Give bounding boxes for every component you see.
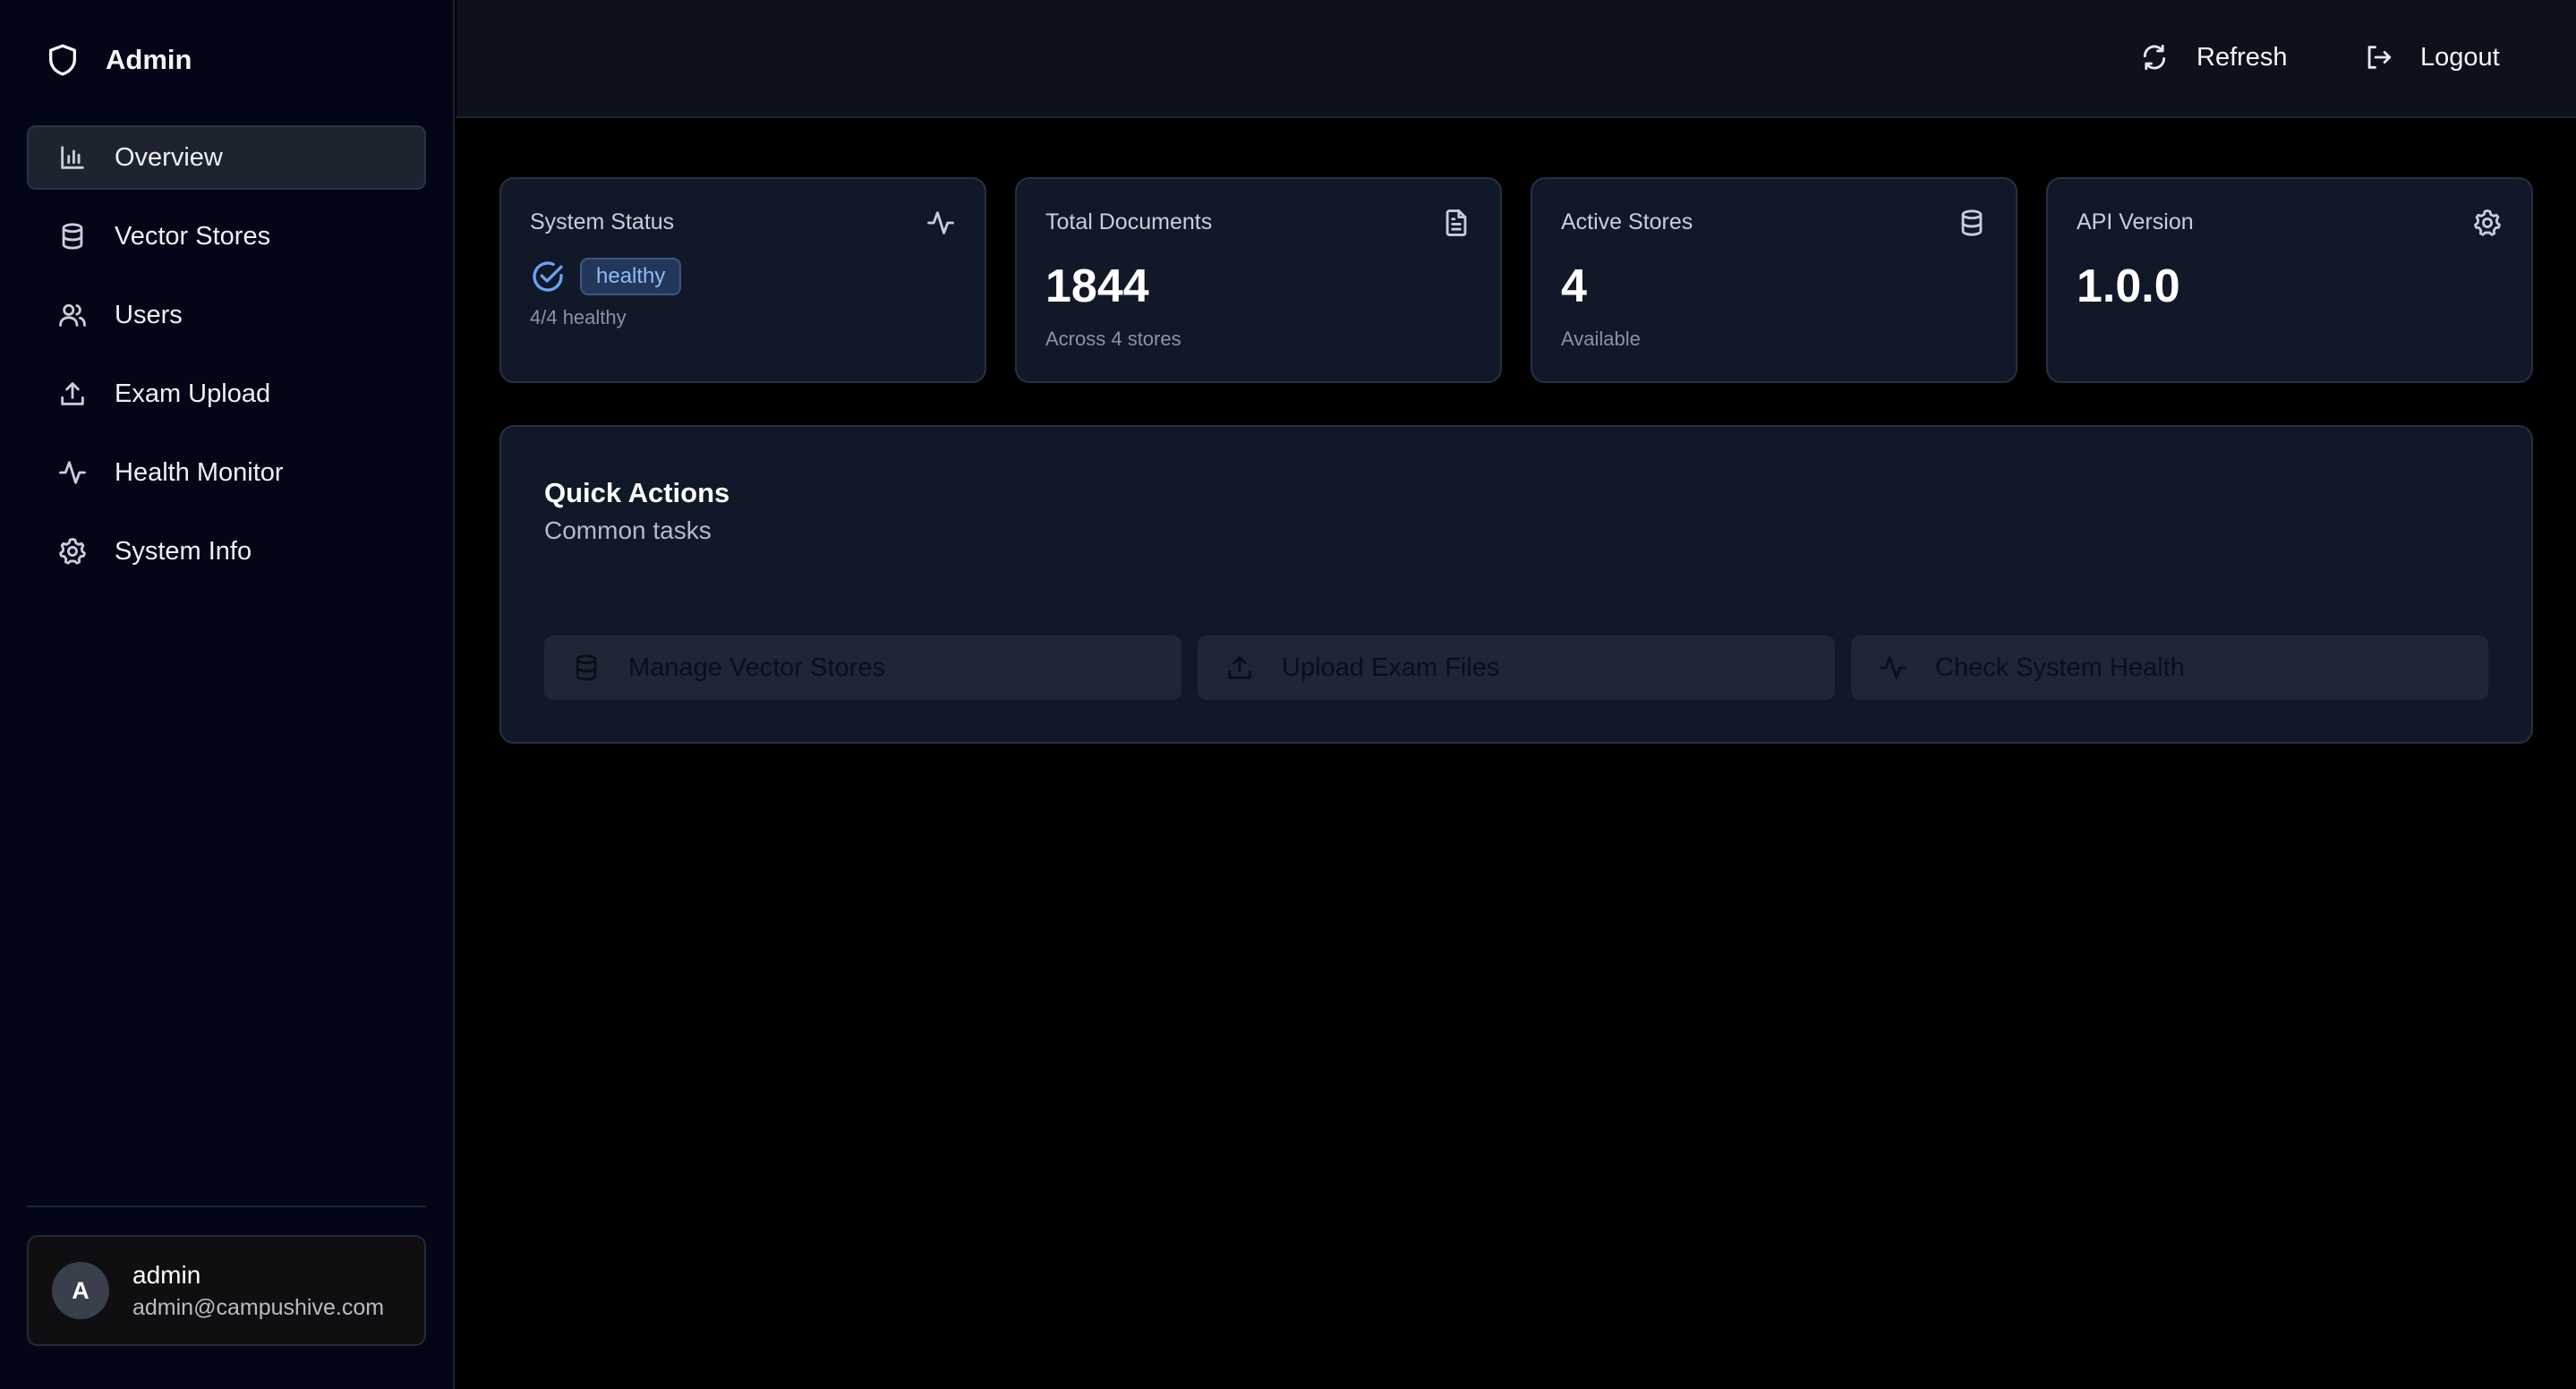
status-badge: healthy (580, 258, 682, 295)
activity-icon (57, 457, 88, 488)
top-bar: Refresh Logout (456, 0, 2576, 118)
sidebar-item-health-monitor[interactable]: Health Monitor (27, 440, 426, 505)
bar-chart-icon (57, 142, 88, 173)
database-icon (57, 221, 88, 251)
action-label: Manage Vector Stores (628, 652, 885, 682)
brand-label: Admin (106, 44, 192, 75)
sidebar-item-label: System Info (115, 536, 252, 566)
user-info: admin admin@campushive.com (132, 1261, 384, 1321)
card-value: 1.0.0 (2077, 260, 2180, 312)
system-status-card: System Status healthy 4/4 healthy (499, 177, 986, 383)
sidebar-item-label: Vector Stores (115, 221, 271, 251)
document-icon (1441, 208, 1471, 238)
card-title: Total Documents (1045, 209, 1213, 234)
quick-actions-subtitle: Common tasks (544, 516, 712, 544)
api-version-card: API Version 1.0.0 (2046, 177, 2533, 383)
users-icon (57, 300, 88, 330)
manage-vector-stores-button[interactable]: Manage Vector Stores (544, 635, 1181, 700)
sidebar-item-vector-stores[interactable]: Vector Stores (27, 204, 426, 268)
shield-icon (45, 39, 81, 81)
logout-button[interactable]: Logout (2363, 34, 2500, 81)
avatar: A (52, 1262, 109, 1319)
active-stores-card: Active Stores 4 Available (1531, 177, 2017, 383)
refresh-button[interactable]: Refresh (2139, 34, 2288, 81)
sidebar-item-system-info[interactable]: System Info (27, 519, 426, 584)
card-value: 1844 (1045, 260, 1149, 312)
card-title: API Version (2077, 209, 2194, 234)
card-title: Active Stores (1561, 209, 1693, 234)
sidebar-item-label: Users (115, 300, 183, 329)
user-card[interactable]: A admin admin@campushive.com (27, 1235, 426, 1346)
user-email: admin@campushive.com (132, 1294, 385, 1320)
sidebar-item-exam-upload[interactable]: Exam Upload (27, 362, 426, 426)
refresh-icon (2139, 42, 2170, 72)
upload-exam-files-button[interactable]: Upload Exam Files (1198, 635, 1835, 700)
card-subtext: Available (1561, 328, 1641, 350)
database-icon (1957, 208, 1987, 238)
card-value: 4 (1561, 260, 1587, 312)
total-documents-card: Total Documents 1844 Across 4 stores (1015, 177, 1502, 383)
quick-actions-panel: Quick Actions Common tasks Manage Vector… (499, 425, 2533, 744)
user-name: admin (132, 1260, 201, 1289)
check-circle-icon (530, 259, 566, 294)
check-system-health-button[interactable]: Check System Health (1851, 635, 2488, 700)
sidebar-item-overview[interactable]: Overview (27, 125, 426, 190)
sidebar-item-label: Exam Upload (115, 379, 271, 408)
brand[interactable]: Admin (45, 39, 192, 81)
quick-actions-title: Quick Actions (544, 477, 730, 508)
activity-icon (1878, 652, 1908, 683)
activity-icon (925, 208, 956, 238)
action-label: Upload Exam Files (1282, 652, 1500, 682)
logout-icon (2363, 42, 2393, 72)
refresh-label: Refresh (2196, 42, 2288, 72)
card-subtext: Across 4 stores (1045, 328, 1181, 350)
sidebar-item-label: Health Monitor (115, 457, 284, 487)
sidebar-divider (27, 1206, 426, 1207)
card-subtext: 4/4 healthy (530, 306, 627, 328)
upload-icon (1224, 652, 1255, 683)
upload-icon (57, 379, 88, 409)
gear-icon (57, 536, 88, 567)
card-title: System Status (530, 209, 675, 234)
sidebar-item-label: Overview (115, 142, 223, 172)
sidebar: Admin Overview Vector Stores Users Exam … (0, 0, 455, 1389)
logout-label: Logout (2420, 42, 2500, 72)
sidebar-item-users[interactable]: Users (27, 283, 426, 347)
action-label: Check System Health (1935, 652, 2185, 682)
gear-icon (2472, 208, 2503, 238)
sidebar-nav: Overview Vector Stores Users Exam Upload… (27, 125, 426, 598)
database-icon (571, 652, 601, 683)
status-row: healthy (530, 258, 682, 295)
